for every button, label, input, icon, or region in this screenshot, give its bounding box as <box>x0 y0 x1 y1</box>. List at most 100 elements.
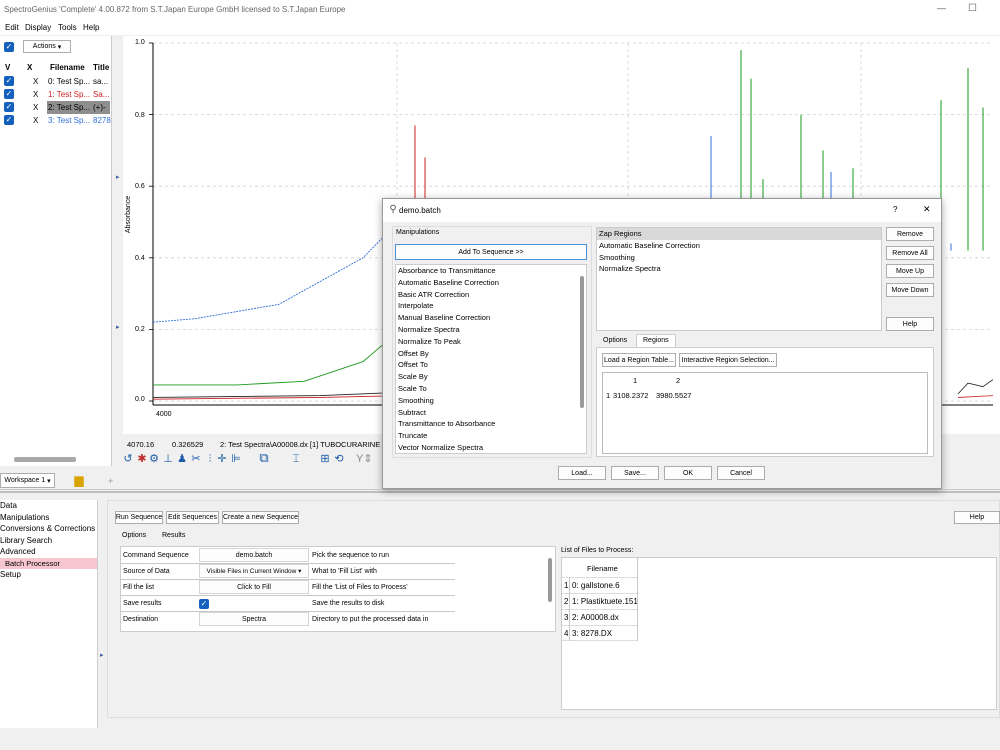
sequence-item[interactable]: Smoothing <box>597 252 881 264</box>
source-of-data-select[interactable]: Visible Files in Current Window ▾ <box>199 564 309 578</box>
nav-item-advanced[interactable]: Advanced <box>0 546 97 558</box>
list-item[interactable]: Subtract <box>396 407 586 419</box>
file-row[interactable]: 2 1: Plastiktuete.151 <box>562 593 638 609</box>
list-item[interactable]: Truncate <box>396 430 586 442</box>
menu-tools[interactable]: Tools <box>58 23 77 32</box>
sequence-item[interactable]: Zap Regions <box>597 228 881 240</box>
nav-item-setup[interactable]: Setup <box>0 569 97 581</box>
splitter-handle[interactable]: ▸ <box>100 651 104 659</box>
options-scrollbar[interactable] <box>548 558 552 602</box>
dialog-close-button[interactable]: ✕ <box>923 204 931 215</box>
dialog-side-help-button[interactable]: Help <box>886 317 934 331</box>
split-icon[interactable]: ⫶ <box>204 453 216 465</box>
column-header-filename[interactable]: Filename <box>50 63 85 72</box>
file-row[interactable]: 1 0: gallstone.6 <box>562 577 638 593</box>
sequence-item[interactable]: Normalize Spectra <box>597 263 881 275</box>
hide-toggle[interactable]: X <box>33 90 38 99</box>
workspace-tab[interactable]: Workspace 1 ▾ <box>0 473 55 488</box>
list-item[interactable]: Normalize To Peak <box>396 336 586 348</box>
batch-help-button[interactable]: Help <box>954 511 1000 524</box>
nav-item-manipulations[interactable]: Manipulations <box>0 512 97 524</box>
visible-checkbox[interactable]: ✓ <box>4 115 14 125</box>
run-sequence-button[interactable]: Run Sequence <box>115 511 163 524</box>
undo-icon[interactable]: ↺ <box>122 453 134 465</box>
file-row[interactable]: 4 3: 8278.DX <box>562 625 638 641</box>
list-item[interactable]: Interpolate <box>396 300 586 312</box>
sequence-item[interactable]: Automatic Baseline Correction <box>597 240 881 252</box>
move-up-button[interactable]: Move Up <box>886 264 934 278</box>
cut-icon[interactable]: ✂ <box>190 453 202 465</box>
list-item[interactable]: Smoothing <box>396 395 586 407</box>
menu-edit[interactable]: Edit <box>5 23 19 32</box>
list-item[interactable]: Offset By <box>396 348 586 360</box>
visible-checkbox[interactable]: ✓ <box>4 76 14 86</box>
list-scrollbar[interactable] <box>14 457 76 462</box>
list-item[interactable]: Normalize Spectra <box>396 324 586 336</box>
sequence-selector[interactable]: demo.batch <box>199 548 309 562</box>
zoom-icon[interactable]: ⊞ <box>319 453 331 465</box>
hide-toggle[interactable]: X <box>33 116 38 125</box>
dialog-load-button[interactable]: Load... <box>558 466 606 480</box>
people-icon[interactable]: ♟ <box>176 453 188 465</box>
column-header-title[interactable]: Title <box>93 63 109 72</box>
column-header-v[interactable]: V <box>5 63 10 72</box>
sequence-list[interactable]: Zap Regions Automatic Baseline Correctio… <box>596 227 882 331</box>
spectrum-row[interactable]: ✓ X 3: Test Sp... 8278 <box>0 114 112 127</box>
destination-field[interactable]: Spectra <box>199 612 309 626</box>
tab-results[interactable]: Results <box>162 532 185 539</box>
dialog-cancel-button[interactable]: Cancel <box>717 466 765 480</box>
splitter-handle[interactable]: ▸ <box>116 323 120 331</box>
list-item[interactable]: Absorbance to Transmittance <box>396 265 586 277</box>
remove-all-button[interactable]: Remove All <box>886 246 934 260</box>
nav-item-library-search[interactable]: Library Search <box>0 535 97 547</box>
files-header[interactable]: Filename <box>587 564 618 573</box>
maximize-button[interactable]: ☐ <box>968 3 977 14</box>
visible-checkbox[interactable]: ✓ <box>4 89 14 99</box>
gear-icon[interactable]: ⚙ <box>148 453 160 465</box>
add-to-sequence-button[interactable]: Add To Sequence >> <box>395 244 587 260</box>
add-workspace-button[interactable]: + <box>108 476 113 486</box>
spectrum-row[interactable]: ✓ X 2: Test Sp... (+)- <box>0 101 112 114</box>
create-sequence-button[interactable]: Create a new Sequence <box>222 511 299 524</box>
dialog-save-button[interactable]: Save... <box>611 466 659 480</box>
save-results-checkbox[interactable]: ✓ <box>199 599 209 609</box>
list-item[interactable]: Automatic Baseline Correction <box>396 277 586 289</box>
manipulations-scrollbar[interactable] <box>580 276 584 408</box>
select-all-checkbox[interactable]: ✓ <box>4 42 14 52</box>
text-cursor-icon[interactable]: ⌶ <box>290 453 302 465</box>
visible-checkbox[interactable]: ✓ <box>4 102 14 112</box>
dialog-tab-options[interactable]: Options <box>603 337 627 344</box>
region-end[interactable]: 3980.5527 <box>656 391 691 400</box>
list-item[interactable]: Scale By <box>396 371 586 383</box>
folder-icon[interactable]: ▆ <box>73 474 85 486</box>
nav-item-batch-processor[interactable]: Batch Processor <box>0 557 97 569</box>
column-header-x[interactable]: X <box>27 63 32 72</box>
splitter-handle[interactable]: ▸ <box>116 173 120 181</box>
nav-item-conversions[interactable]: Conversions & Corrections <box>0 523 97 535</box>
click-to-fill-button[interactable]: Click to Fill <box>199 580 309 594</box>
align-icon[interactable]: ⊫ <box>230 453 242 465</box>
dialog-ok-button[interactable]: OK <box>664 466 712 480</box>
pin-icon[interactable]: ⊥ <box>162 453 174 465</box>
list-item[interactable]: Manual Baseline Correction <box>396 312 586 324</box>
list-item[interactable]: Scale To <box>396 383 586 395</box>
minimize-button[interactable]: — <box>937 3 946 13</box>
list-item[interactable]: Vector Normalize Spectra <box>396 442 586 453</box>
hide-toggle[interactable]: X <box>33 103 38 112</box>
edit-sequences-button[interactable]: Edit Sequences <box>166 511 219 524</box>
move-down-button[interactable]: Move Down <box>886 283 934 297</box>
move-icon[interactable]: ✛ <box>216 453 228 465</box>
file-row[interactable]: 3 2: A00008.dx <box>562 609 638 625</box>
spectrum-row[interactable]: ✓ X 0: Test Sp... sa... <box>0 75 112 88</box>
load-region-table-button[interactable]: Load a Region Table... <box>602 353 676 367</box>
menu-display[interactable]: Display <box>25 23 51 32</box>
palette-icon[interactable]: ✱ <box>136 453 148 465</box>
region-start[interactable]: 3108.2372 <box>613 391 648 400</box>
manipulations-list[interactable]: Absorbance to Transmittance Automatic Ba… <box>395 264 587 454</box>
pan-icon[interactable]: ⟲ <box>333 453 345 465</box>
actions-dropdown[interactable]: Actions ▾ <box>23 40 71 53</box>
hide-toggle[interactable]: X <box>33 77 38 86</box>
tab-options[interactable]: Options <box>122 532 146 539</box>
dialog-help-button[interactable]: ? <box>893 205 897 214</box>
y-scale-icon[interactable]: Y⇕ <box>356 453 373 465</box>
